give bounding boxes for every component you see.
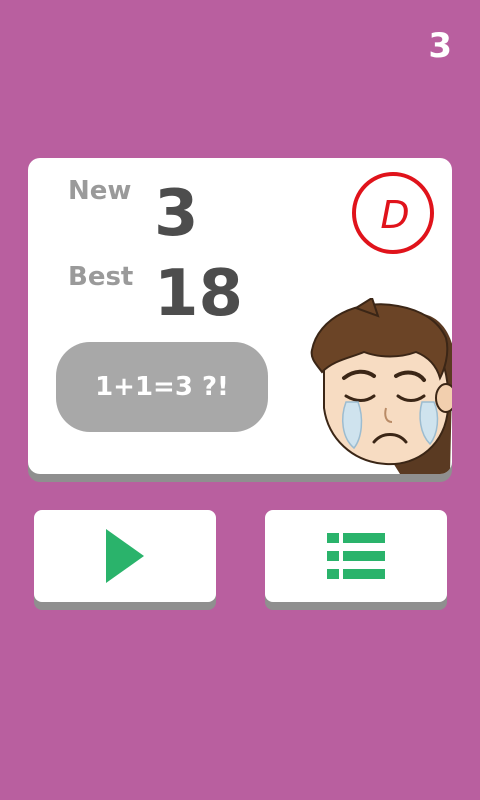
play-button[interactable] xyxy=(34,510,216,602)
grade-stamp: D xyxy=(352,172,434,254)
current-score: 3 xyxy=(428,26,452,66)
grade-letter: D xyxy=(380,193,409,237)
new-score-label: New xyxy=(68,176,132,206)
new-score-value: 3 xyxy=(154,177,199,251)
bubble-text: 1+1=3 ?! xyxy=(95,372,229,402)
leaderboard-button[interactable] xyxy=(265,510,447,602)
result-card: New 3 Best 18 D 1+1=3 ?! xyxy=(28,158,452,474)
sad-face-character xyxy=(310,298,452,474)
best-score-value: 18 xyxy=(154,257,244,331)
play-icon xyxy=(106,529,144,583)
list-icon xyxy=(327,533,385,579)
best-score-label: Best xyxy=(68,262,134,292)
